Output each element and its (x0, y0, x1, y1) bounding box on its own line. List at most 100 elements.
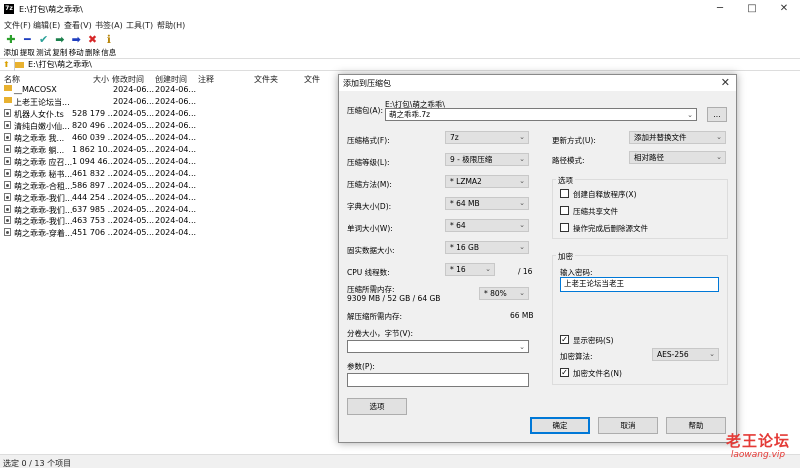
update-label: 更新方式(U): (552, 136, 596, 145)
chevron-down-icon: ⌄ (519, 155, 525, 163)
maximize-button[interactable]: □ (736, 0, 768, 18)
dialog-close-button[interactable]: ✕ (721, 76, 730, 89)
file-name: 机器人女仆.ts (14, 109, 64, 119)
col-comment[interactable]: 注释 (198, 74, 214, 85)
word-select[interactable]: * 64 ⌄ (445, 219, 529, 232)
folder-icon (4, 85, 12, 91)
file-icon (4, 204, 11, 213)
menu-bar: 文件(F) 编辑(E) 查看(V) 书签(A) 工具(T) 帮助(H) (0, 18, 800, 32)
up-folder-icon[interactable]: ⬆ (3, 60, 10, 69)
mem-decomp-label: 解压缩所需内存: (347, 312, 403, 321)
solid-label: 固实数据大小: (347, 246, 395, 255)
file-name: 萌之乖乖-合租... (14, 181, 73, 191)
file-name: 上老王论坛当... (14, 97, 70, 107)
close-button[interactable]: ✕ (768, 0, 800, 18)
file-created: 2024-06... (155, 108, 197, 118)
menu-bookmarks[interactable]: 书签(A) (95, 20, 123, 31)
window-title: E:\打包\萌之乖乖\ (19, 5, 83, 14)
file-row[interactable]: 萌之乖乖 应召... 1 094 46... 2024-05... 2024-04..… (0, 156, 200, 168)
level-label: 压缩等级(L): (347, 158, 390, 167)
file-row[interactable]: 萌之乖乖-穿着... 451 706 ... 2024-05... 2024-04..… (0, 227, 200, 239)
file-name: 萌之乖乖 躺... (14, 145, 65, 155)
delete-checkbox[interactable] (560, 223, 569, 232)
update-select[interactable]: 添加并替换文件 ⌄ (629, 131, 726, 144)
file-row[interactable]: 萌之乖乖 秘书... 461 832 ... 2024-05... 2024-04..… (0, 168, 200, 180)
solid-select[interactable]: * 16 GB ⌄ (445, 241, 529, 254)
menu-help[interactable]: 帮助(H) (157, 20, 185, 31)
file-size: 528 179 ... (72, 108, 116, 118)
minimize-button[interactable]: ─ (704, 0, 736, 18)
watermark-url: laowang.vip (730, 450, 786, 460)
file-name: 萌之乖乖-我们... (14, 193, 73, 203)
dialog-title-bar: 添加到压缩包 ✕ (339, 75, 736, 91)
file-row[interactable]: 萌之乖乖-我们... 637 985 ... 2024-05... 2024-04..… (0, 204, 200, 216)
file-size: 1 862 10... (72, 144, 116, 154)
file-row[interactable]: 清纯白嫩小仙... 820 496 ... 2024-05... 2024-06... (0, 120, 200, 132)
chevron-down-icon: ⌄ (519, 199, 525, 207)
sfx-label: 创建自释放程序(X) (573, 190, 637, 199)
method-select[interactable]: * LZMA2 ⌄ (445, 175, 529, 188)
col-folders[interactable]: 文件夹 (254, 74, 278, 85)
chevron-down-icon: ⌄ (519, 243, 525, 251)
file-icon (4, 132, 11, 141)
menu-edit[interactable]: 编辑(E) (33, 20, 60, 31)
file-row[interactable]: 萌之乖乖 躺... 1 862 10... 2024-05... 2024-04... (0, 144, 200, 156)
file-row[interactable]: 机器人女仆.ts 528 179 ... 2024-05... 2024-06... (0, 108, 200, 120)
chevron-down-icon: ⌄ (519, 177, 525, 185)
dict-select[interactable]: * 64 MB ⌄ (445, 197, 529, 210)
chevron-down-icon: ⌄ (716, 133, 722, 141)
file-modified: 2024-05... (113, 132, 155, 142)
file-row[interactable]: 萌之乖乖-我们... 463 753 ... 2024-05... 2024-04..… (0, 215, 200, 227)
file-size: 463 753 ... (72, 216, 116, 226)
params-label: 参数(P): (347, 362, 375, 371)
threads-select[interactable]: * 16 ⌄ (445, 263, 495, 276)
method-label: 压缩方法(M): (347, 180, 392, 189)
chevron-down-icon: ⌄ (485, 265, 491, 273)
file-row[interactable]: __MACOSX 2024-06... 2024-06... (0, 84, 200, 96)
address-input[interactable]: E:\打包\萌之乖乖\ (14, 59, 800, 71)
options-button[interactable]: 选项 (347, 398, 407, 415)
file-row[interactable]: 萌之乖乖-我们... 444 254 ... 2024-05... 2024-04..… (0, 192, 200, 204)
delete-label: 操作完成后删除源文件 (573, 224, 648, 233)
menu-view[interactable]: 查看(V) (64, 20, 92, 31)
split-input[interactable]: ⌄ (347, 340, 529, 353)
mem-comp-select[interactable]: * 80% ⌄ (479, 287, 529, 300)
menu-tools[interactable]: 工具(T) (126, 20, 153, 31)
shared-checkbox[interactable] (560, 206, 569, 215)
file-icon (4, 168, 11, 177)
mem-decomp-value: 66 MB (510, 311, 534, 320)
toolbar-button-6[interactable]: ℹ 信息 (99, 34, 119, 58)
file-row[interactable]: 萌之乖乖-合租... 586 897 ... 2024-05... 2024-04..… (0, 180, 200, 192)
file-row[interactable]: 萌之乖乖 我... 460 039 ... 2024-05... 2024-04... (0, 132, 200, 144)
file-icon (4, 108, 11, 117)
col-files[interactable]: 文件 (304, 74, 320, 85)
ok-button[interactable]: 确定 (530, 417, 590, 434)
sfx-checkbox[interactable] (560, 189, 569, 198)
threads-total: / 16 (518, 267, 533, 276)
cancel-button[interactable]: 取消 (598, 417, 658, 434)
status-bar: 选定 0 / 13 个项目 (0, 454, 800, 468)
chevron-down-icon: ⌄ (687, 111, 693, 119)
mem-comp-detail: 9309 MB / 52 GB / 64 GB (347, 294, 441, 303)
file-created: 2024-04... (155, 132, 197, 142)
file-name: 萌之乖乖 秘书... (14, 169, 73, 179)
path-label: 路径模式: (552, 156, 585, 165)
format-select[interactable]: 7z ⌄ (445, 131, 529, 144)
enc-method-select[interactable]: AES-256 ⌄ (652, 348, 719, 361)
browse-button[interactable]: ... (707, 107, 727, 122)
file-icon (4, 144, 11, 153)
file-row[interactable]: 上老王论坛当... 2024-06... 2024-06... (0, 96, 200, 108)
path-select[interactable]: 相对路径 ⌄ (629, 151, 726, 164)
password-input[interactable]: 上老王论坛当老王 (560, 277, 719, 292)
file-modified: 2024-05... (113, 192, 155, 202)
toolbar: ✚ 添加 ━ 提取 ✔ 测试 ➡ 复制 ➡ 移动 ✖ 删除 ℹ 信息 (0, 32, 800, 58)
menu-file[interactable]: 文件(F) (4, 20, 31, 31)
file-size: 461 832 ... (72, 168, 116, 178)
encrypt-names-checkbox[interactable]: ✓ (560, 368, 569, 377)
folder-icon (15, 62, 24, 68)
status-text: 选定 0 / 13 个项目 (3, 459, 72, 468)
show-password-checkbox[interactable]: ✓ (560, 335, 569, 344)
params-input[interactable] (347, 373, 529, 387)
archive-name-input[interactable]: 萌之乖乖.7z ⌄ (385, 108, 697, 121)
level-select[interactable]: 9 - 极限压缩 ⌄ (445, 153, 529, 166)
